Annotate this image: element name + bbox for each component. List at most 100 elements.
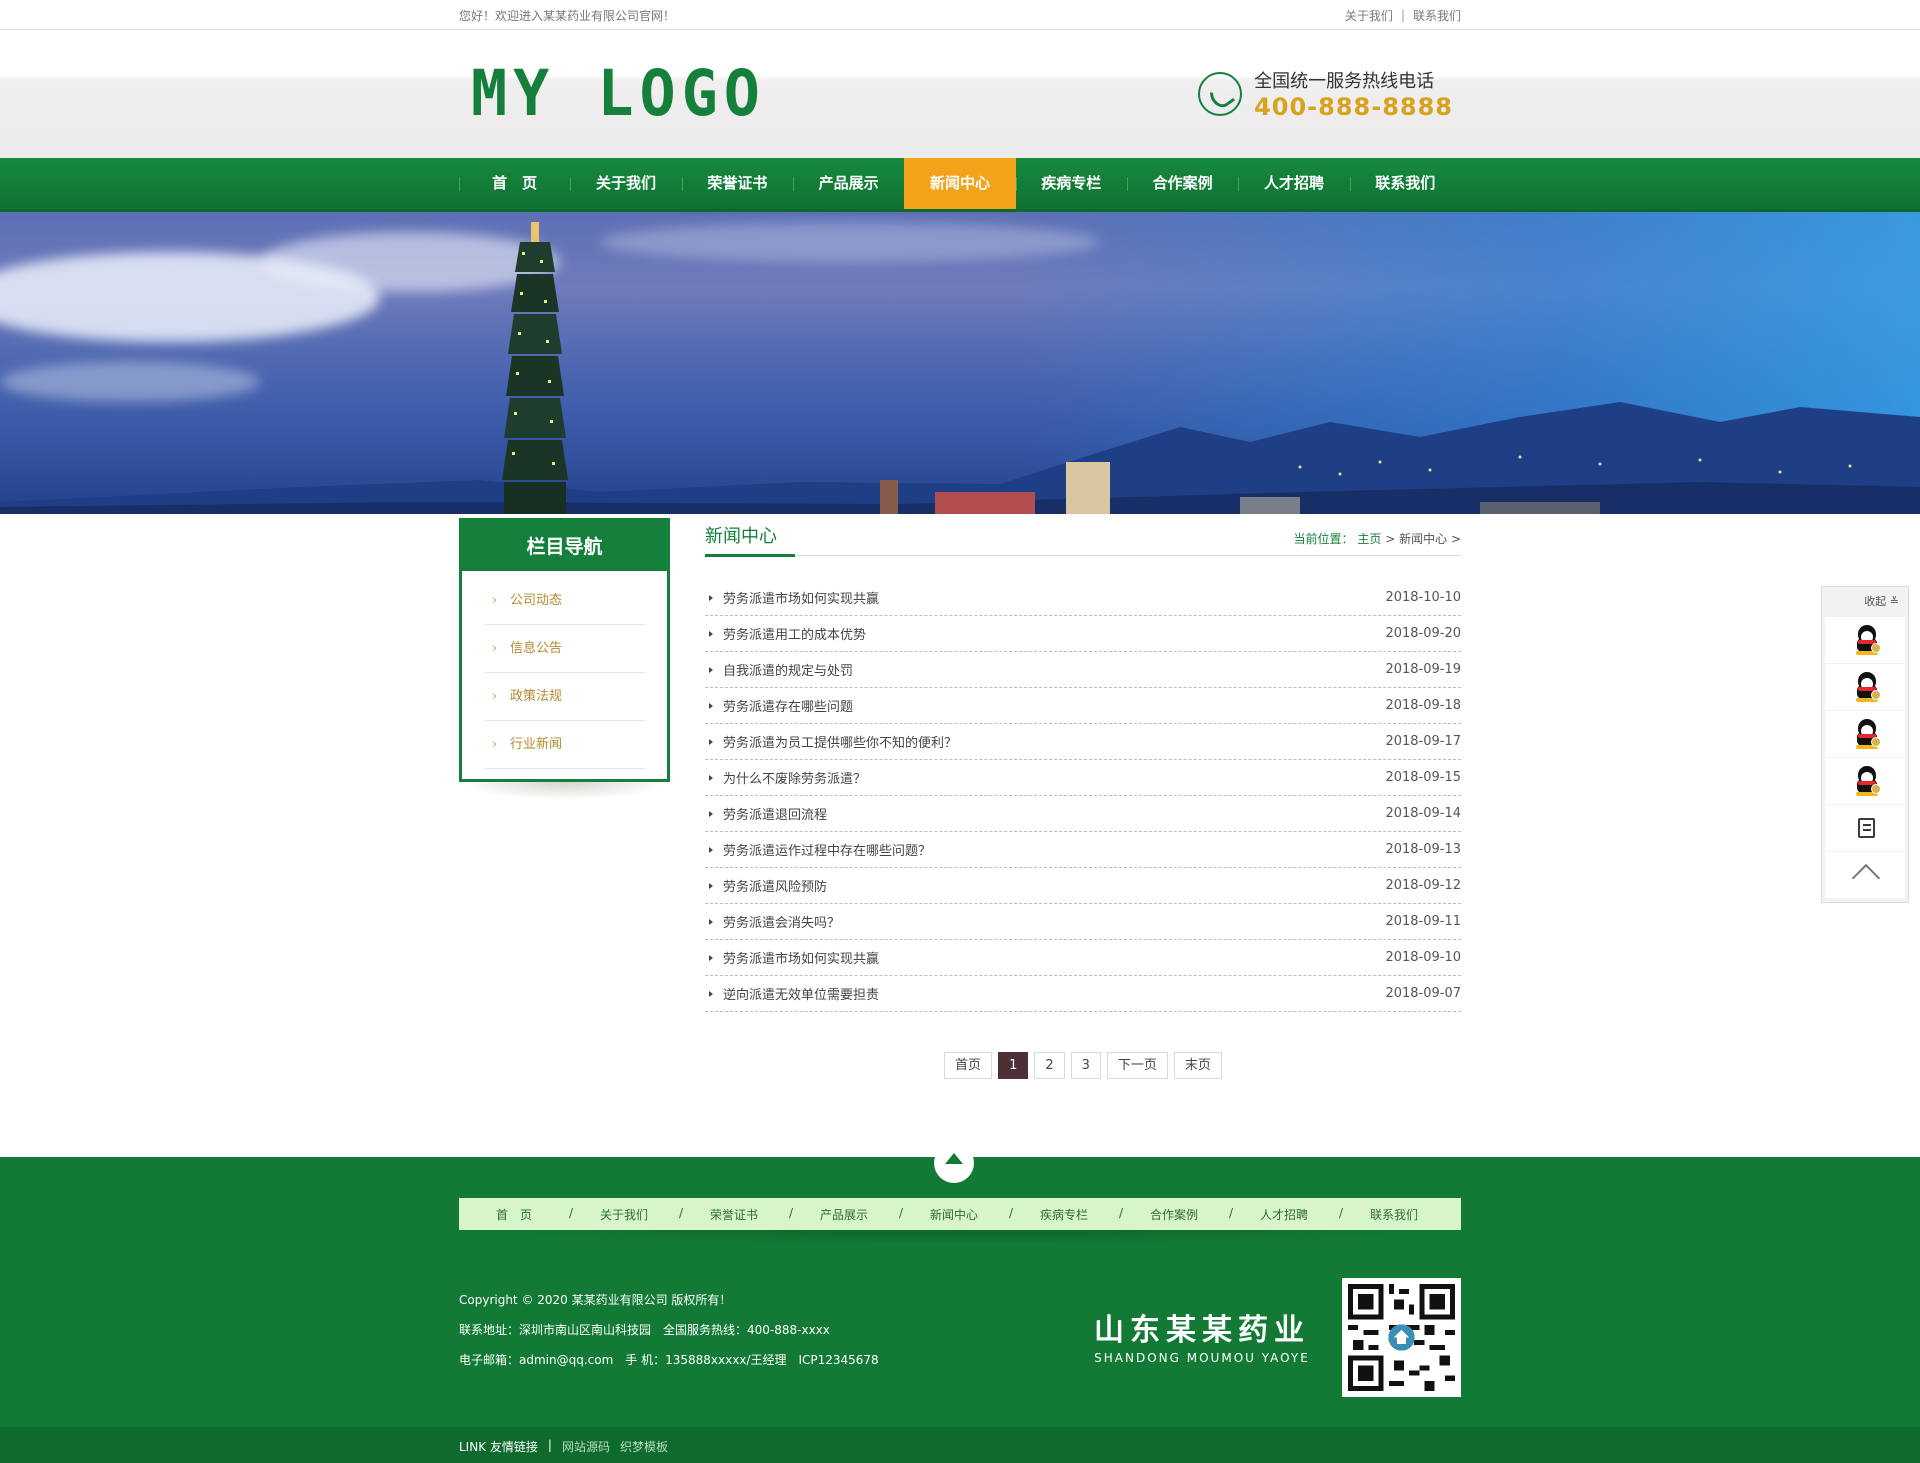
news-title[interactable]: 劳务派遣会消失吗？ — [723, 912, 840, 931]
sidebar-shadow — [459, 782, 670, 800]
news-date: 2018-09-17 — [1385, 734, 1461, 749]
news-item[interactable]: 劳务派遣为员工提供哪些你不知的便利？ 2018-09-17 — [705, 724, 1461, 760]
news-title[interactable]: 劳务派遣风险预防 — [723, 876, 827, 895]
news-date: 2018-09-07 — [1385, 986, 1461, 1001]
main-area: 栏目导航 公司动态 信息公告 政策法规 行业新闻 新闻中心 当前位置： 主页 >… — [459, 514, 1461, 1134]
qq-service-button-3[interactable] — [1825, 711, 1905, 757]
back-to-top-button[interactable] — [1825, 852, 1905, 898]
pager-page-3[interactable]: 3 — [1070, 1052, 1101, 1079]
news-item[interactable]: 劳务派遣市场如何实现共赢 2018-09-10 — [705, 940, 1461, 976]
nav-item-about[interactable]: 关于我们 — [570, 158, 681, 209]
widget-collapse-button[interactable]: 收起 ≚ — [1825, 587, 1905, 617]
pager-last[interactable]: 末页 — [1173, 1052, 1222, 1079]
qq-service-button-4[interactable] — [1825, 758, 1905, 804]
nav-item-products[interactable]: 产品展示 — [792, 158, 904, 209]
qq-service-button-2[interactable] — [1825, 664, 1905, 710]
footer-nav-contact[interactable]: 联系我们 — [1370, 1208, 1418, 1222]
news-date: 2018-09-14 — [1385, 806, 1461, 821]
nav-item-diseases[interactable]: 疾病专栏 — [1015, 158, 1127, 209]
pager-next[interactable]: 下一页 — [1106, 1052, 1168, 1079]
edit-icon — [1858, 818, 1875, 838]
nav-item-honors[interactable]: 荣誉证书 — [681, 158, 793, 209]
pagination: 首页 1 2 3 下一页 末页 — [705, 1052, 1461, 1079]
nav-item-home[interactable]: 首 页 — [459, 158, 570, 209]
bottom-bar: LINK 友情链接 | 网站源码 织梦模板 — [0, 1427, 1920, 1463]
breadcrumb-separator: > — [1385, 532, 1396, 546]
footer-nav-products[interactable]: 产品展示 — [820, 1208, 868, 1222]
banner-image — [0, 212, 1920, 514]
top-links: 关于我们 | 联系我们 — [1345, 7, 1461, 24]
news-item[interactable]: 劳务派遣会消失吗？ 2018-09-11 — [705, 904, 1461, 940]
breadcrumb-home[interactable]: 主页 — [1357, 532, 1381, 546]
pager-first[interactable]: 首页 — [944, 1052, 993, 1079]
top-link-contact[interactable]: 联系我们 — [1413, 7, 1461, 24]
news-date: 2018-09-13 — [1385, 842, 1461, 857]
news-item[interactable]: 劳务派遣运作过程中存在哪些问题？ 2018-09-13 — [705, 832, 1461, 868]
news-title[interactable]: 逆向派遣无效单位需要担责 — [723, 984, 879, 1003]
sidebar: 栏目导航 公司动态 信息公告 政策法规 行业新闻 — [459, 518, 670, 800]
news-title[interactable]: 劳务派遣为员工提供哪些你不知的便利？ — [723, 732, 957, 751]
footer-nav-honors[interactable]: 荣誉证书 — [710, 1208, 758, 1222]
footer-nav-jobs[interactable]: 人才招聘 — [1260, 1208, 1308, 1222]
message-button[interactable] — [1825, 805, 1905, 851]
qq-penguin-icon — [1855, 719, 1881, 749]
news-title[interactable]: 劳务派遣市场如何实现共赢 — [723, 588, 879, 607]
news-title[interactable]: 劳务派遣退回流程 — [723, 804, 827, 823]
header: MY LOGO 全国统一服务热线电话 400-888-8888 — [0, 30, 1920, 158]
news-title[interactable]: 劳务派遣运作过程中存在哪些问题？ — [723, 840, 931, 859]
hotline: 全国统一服务热线电话 400-888-8888 — [1198, 67, 1453, 121]
news-title[interactable]: 劳务派遣市场如何实现共赢 — [723, 948, 879, 967]
news-title[interactable]: 为什么不废除劳务派遣？ — [723, 768, 866, 787]
sidebar-item-policies[interactable]: 政策法规 — [484, 673, 645, 721]
footer-nav-about[interactable]: 关于我们 — [600, 1208, 648, 1222]
footer-nav-shadow — [459, 1230, 1461, 1244]
qq-penguin-icon — [1855, 672, 1881, 702]
copyright-text: Copyright © 2020 某某药业有限公司 版权所有！ — [459, 1293, 732, 1307]
news-title[interactable]: 自我派遣的规定与处罚 — [723, 660, 853, 679]
news-item[interactable]: 自我派遣的规定与处罚 2018-09-19 — [705, 652, 1461, 688]
breadcrumb-current[interactable]: 新闻中心 — [1399, 532, 1447, 546]
footer-nav-news[interactable]: 新闻中心 — [930, 1208, 978, 1222]
friend-link-templates[interactable]: 织梦模板 — [620, 1438, 668, 1455]
site-logo[interactable]: MY LOGO — [471, 57, 766, 131]
footer-nav-cases[interactable]: 合作案例 — [1150, 1208, 1198, 1222]
news-title[interactable]: 劳务派遣用工的成本优势 — [723, 624, 866, 643]
address-text: 联系地址：深圳市南山区南山科技园 全国服务热线：400-888-xxxx — [459, 1323, 830, 1337]
brand-name-cn: 山东某某药业 — [1094, 1313, 1310, 1348]
sidebar-item-company-news[interactable]: 公司动态 — [484, 577, 645, 625]
nav-item-cases[interactable]: 合作案例 — [1126, 158, 1238, 209]
pager-page-1[interactable]: 1 — [998, 1052, 1029, 1079]
news-title[interactable]: 劳务派遣存在哪些问题 — [723, 696, 853, 715]
footer-nav-home[interactable]: 首 页 — [496, 1208, 532, 1222]
top-link-about[interactable]: 关于我们 — [1345, 7, 1393, 24]
news-item[interactable]: 劳务派遣市场如何实现共赢 2018-10-10 — [705, 580, 1461, 616]
friend-links-separator: | — [547, 1438, 552, 1452]
scroll-up-icon[interactable] — [934, 1143, 974, 1183]
news-item[interactable]: 为什么不废除劳务派遣？ 2018-09-15 — [705, 760, 1461, 796]
news-list: 劳务派遣市场如何实现共赢 2018-10-10 劳务派遣用工的成本优势 2018-0… — [705, 580, 1461, 1012]
nav-item-contact[interactable]: 联系我们 — [1349, 158, 1461, 209]
nav-item-jobs[interactable]: 人才招聘 — [1238, 158, 1349, 209]
news-date: 2018-09-12 — [1385, 878, 1461, 893]
sidebar-item-announcements[interactable]: 信息公告 — [484, 625, 645, 673]
news-item[interactable]: 劳务派遣风险预防 2018-09-12 — [705, 868, 1461, 904]
footer-nav-diseases[interactable]: 疾病专栏 — [1040, 1208, 1088, 1222]
news-item[interactable]: 劳务派遣退回流程 2018-09-14 — [705, 796, 1461, 832]
friend-link-source[interactable]: 网站源码 — [562, 1438, 610, 1455]
news-item[interactable]: 劳务派遣存在哪些问题 2018-09-18 — [705, 688, 1461, 724]
sidebar-item-industry-news[interactable]: 行业新闻 — [484, 721, 645, 769]
nav-item-news[interactable]: 新闻中心 — [904, 158, 1016, 209]
news-item[interactable]: 劳务派遣用工的成本优势 2018-09-20 — [705, 616, 1461, 652]
main-nav: 首 页 关于我们 荣誉证书 产品展示 新闻中心 疾病专栏 合作案例 人才招聘 联… — [0, 158, 1920, 212]
hotline-number: 400-888-8888 — [1254, 93, 1453, 121]
footer-brand: 山东某某药业 SHANDONG MOUMOU YAOYE — [1094, 1305, 1310, 1365]
sidebar-title: 栏目导航 — [462, 521, 667, 571]
welcome-text: 您好！欢迎进入某某药业有限公司官网！ — [459, 8, 676, 23]
breadcrumb: 当前位置： 主页 > 新闻中心 > — [1294, 530, 1461, 555]
brand-name-en: SHANDONG MOUMOU YAOYE — [1094, 1351, 1310, 1365]
qq-penguin-icon — [1855, 625, 1881, 655]
chevron-up-icon — [1851, 863, 1881, 893]
news-item[interactable]: 逆向派遣无效单位需要担责 2018-09-07 — [705, 976, 1461, 1012]
pager-page-2[interactable]: 2 — [1034, 1052, 1065, 1079]
qq-service-button-1[interactable] — [1825, 617, 1905, 663]
